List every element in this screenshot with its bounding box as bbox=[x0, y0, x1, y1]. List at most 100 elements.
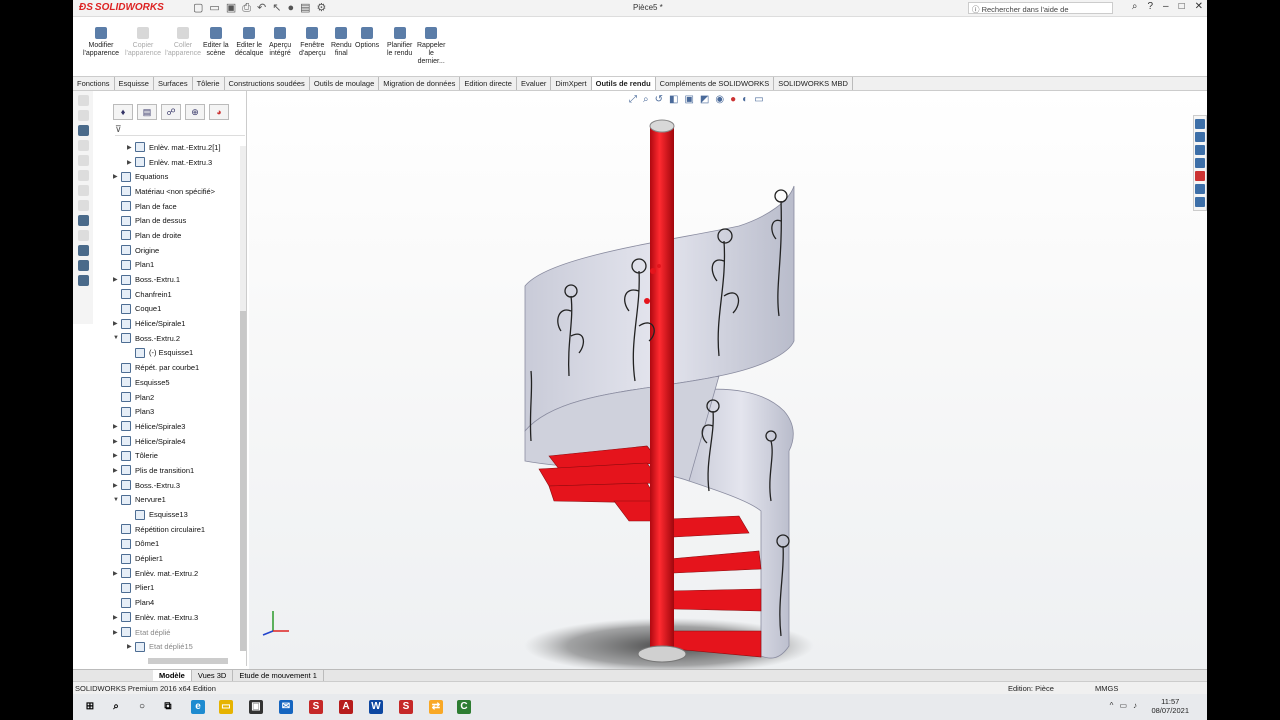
dimxpert-tab-icon[interactable]: ⊕ bbox=[185, 104, 205, 120]
acrobat-icon[interactable]: A bbox=[339, 700, 353, 714]
ribbon-button[interactable]: Editer le décalque bbox=[235, 27, 263, 58]
rebuild-icon[interactable]: ● bbox=[287, 1, 294, 15]
collapse-arrow-icon[interactable]: ▼ bbox=[113, 497, 119, 503]
tree-item[interactable]: Chanfrein1 bbox=[111, 287, 246, 302]
command-tab[interactable]: Constructions soudées bbox=[225, 77, 310, 90]
expand-arrow-icon[interactable]: ▶ bbox=[113, 276, 118, 283]
resources-icon[interactable] bbox=[1195, 132, 1205, 142]
toolbar-icon[interactable] bbox=[77, 215, 89, 226]
appearances-icon[interactable] bbox=[1195, 171, 1205, 181]
search-icon[interactable]: ⌕ bbox=[1132, 1, 1138, 12]
command-tab[interactable]: Outils de rendu bbox=[591, 77, 656, 90]
status-units[interactable]: MMGS bbox=[1095, 684, 1118, 693]
file-properties-icon[interactable]: ▤ bbox=[300, 1, 310, 15]
maximize-icon[interactable]: □ bbox=[1179, 1, 1185, 12]
tree-item[interactable]: Plan2 bbox=[111, 390, 246, 405]
feature-tree-tab-icon[interactable]: ♦ bbox=[113, 104, 133, 120]
tree-item[interactable]: Répétition circulaire1 bbox=[111, 522, 246, 537]
expand-arrow-icon[interactable]: ▶ bbox=[113, 570, 118, 577]
file-explorer-icon[interactable] bbox=[1195, 158, 1205, 168]
tree-item[interactable]: ▶ Boss.-Extru.1 bbox=[111, 272, 246, 287]
undo-icon[interactable]: ↶ bbox=[257, 1, 266, 15]
bottom-tab[interactable]: Etude de mouvement 1 bbox=[233, 670, 324, 681]
ribbon-button[interactable]: Rendu final bbox=[331, 27, 352, 58]
options-gear-icon[interactable]: ⚙ bbox=[317, 1, 327, 15]
select-icon[interactable]: ↖ bbox=[272, 1, 281, 15]
ribbon-button[interactable]: Options bbox=[355, 27, 379, 50]
tree-scroll-thumb[interactable] bbox=[240, 311, 246, 651]
toolbar-icon[interactable] bbox=[77, 170, 89, 181]
minimize-icon[interactable]: – bbox=[1163, 1, 1169, 12]
tree-item[interactable]: ▶ Enlèv. mat.-Extru.3 bbox=[111, 155, 246, 170]
toolbar-icon[interactable] bbox=[77, 110, 89, 121]
command-tab[interactable]: Evaluer bbox=[517, 77, 552, 90]
tree-item[interactable]: Plier1 bbox=[111, 581, 246, 596]
ribbon-button[interactable]: Editer la scène bbox=[203, 27, 229, 58]
close-icon[interactable]: ✕ bbox=[1195, 1, 1203, 12]
edge-icon[interactable]: e bbox=[191, 700, 205, 714]
tree-item[interactable]: Matériau <non spécifié> bbox=[111, 184, 246, 199]
solidworks-app-icon[interactable]: S bbox=[309, 700, 323, 714]
mail-icon[interactable]: ✉ bbox=[279, 700, 293, 714]
property-manager-tab-icon[interactable]: ▤ bbox=[137, 104, 157, 120]
expand-arrow-icon[interactable]: ▶ bbox=[113, 173, 118, 180]
help-menu-icon[interactable]: ? bbox=[1147, 1, 1153, 12]
filter-icon[interactable]: ⊽ bbox=[115, 124, 245, 136]
tree-item[interactable]: Plan de face bbox=[111, 199, 246, 214]
expand-arrow-icon[interactable]: ▶ bbox=[113, 320, 118, 327]
tree-item[interactable]: Esquisse5 bbox=[111, 375, 246, 390]
ribbon-button[interactable]: Aperçu intégré bbox=[269, 27, 291, 58]
store-icon[interactable]: ▣ bbox=[249, 700, 263, 714]
tree-item[interactable]: ▶ Hélice/Spirale3 bbox=[111, 419, 246, 434]
tree-item[interactable]: ▶ Hélice/Spirale1 bbox=[111, 316, 246, 331]
command-tab[interactable]: Surfaces bbox=[154, 77, 193, 90]
new-document-icon[interactable]: ▢ bbox=[193, 1, 203, 15]
command-tab[interactable]: SOLIDWORKS MBD bbox=[774, 77, 853, 90]
collapse-arrow-icon[interactable]: ▼ bbox=[113, 335, 119, 341]
forum-icon[interactable] bbox=[1195, 197, 1205, 207]
toolbar-icon[interactable] bbox=[77, 230, 89, 241]
expand-arrow-icon[interactable]: ▶ bbox=[113, 423, 118, 430]
tree-item[interactable]: Plan de droite bbox=[111, 228, 246, 243]
display-manager-tab-icon[interactable]: ◕ bbox=[209, 104, 229, 120]
bottom-tab[interactable]: Modèle bbox=[153, 670, 192, 681]
toolbar-icon[interactable] bbox=[77, 260, 89, 271]
tree-item[interactable]: Plan4 bbox=[111, 595, 246, 610]
solidworks-logo[interactable]: ƉS SOLIDWORKS bbox=[79, 2, 164, 13]
command-tab[interactable]: Compléments de SOLIDWORKS bbox=[656, 77, 775, 90]
command-tab[interactable]: Esquisse bbox=[115, 77, 154, 90]
tree-item[interactable]: Esquisse13 bbox=[111, 507, 246, 522]
toolbar-icon[interactable] bbox=[77, 185, 89, 196]
help-search-input[interactable]: ⓘ Rechercher dans l'aide de SOLIDWORKS bbox=[968, 2, 1113, 24]
toolbar-icon[interactable] bbox=[77, 140, 89, 151]
app-icon[interactable]: ⇄ bbox=[429, 700, 443, 714]
command-tab[interactable]: DimXpert bbox=[551, 77, 592, 90]
word-icon[interactable]: W bbox=[369, 700, 383, 714]
expand-arrow-icon[interactable]: ▶ bbox=[113, 629, 118, 636]
expand-arrow-icon[interactable]: ▶ bbox=[127, 144, 132, 151]
configuration-tab-icon[interactable]: ☍ bbox=[161, 104, 181, 120]
tree-item[interactable]: ▶ Boss.-Extru.3 bbox=[111, 478, 246, 493]
tree-item[interactable]: Plan de dessus bbox=[111, 213, 246, 228]
toolbar-icon[interactable] bbox=[77, 155, 89, 166]
design-library-icon[interactable] bbox=[1195, 145, 1205, 155]
file-explorer-icon[interactable]: ▭ bbox=[219, 700, 233, 714]
tree-horizontal-scroll-thumb[interactable] bbox=[148, 658, 228, 664]
tree-item[interactable]: ▼ Boss.-Extru.2 bbox=[111, 331, 246, 346]
solidworks-active-icon[interactable]: S bbox=[399, 700, 413, 714]
expand-arrow-icon[interactable]: ▶ bbox=[113, 452, 118, 459]
toolbar-icon[interactable] bbox=[77, 125, 89, 136]
tree-item[interactable]: Plan1 bbox=[111, 258, 246, 273]
expand-arrow-icon[interactable]: ▶ bbox=[127, 643, 132, 650]
tree-item[interactable]: Origine bbox=[111, 243, 246, 258]
tree-item[interactable]: Plan3 bbox=[111, 404, 246, 419]
tree-item[interactable]: ▶ Plis de transition1 bbox=[111, 463, 246, 478]
toolbar-icon[interactable] bbox=[77, 275, 89, 286]
tree-item[interactable]: ▶ Enlèv. mat.-Extru.2 bbox=[111, 566, 246, 581]
camtasia-icon[interactable]: C bbox=[457, 700, 471, 714]
command-tab[interactable]: Tôlerie bbox=[193, 77, 225, 90]
expand-arrow-icon[interactable]: ▶ bbox=[113, 467, 118, 474]
custom-properties-icon[interactable] bbox=[1195, 184, 1205, 194]
tree-item[interactable]: ▼ Nervure1 bbox=[111, 493, 246, 508]
ribbon-button[interactable]: Coller l'apparence bbox=[165, 27, 201, 58]
